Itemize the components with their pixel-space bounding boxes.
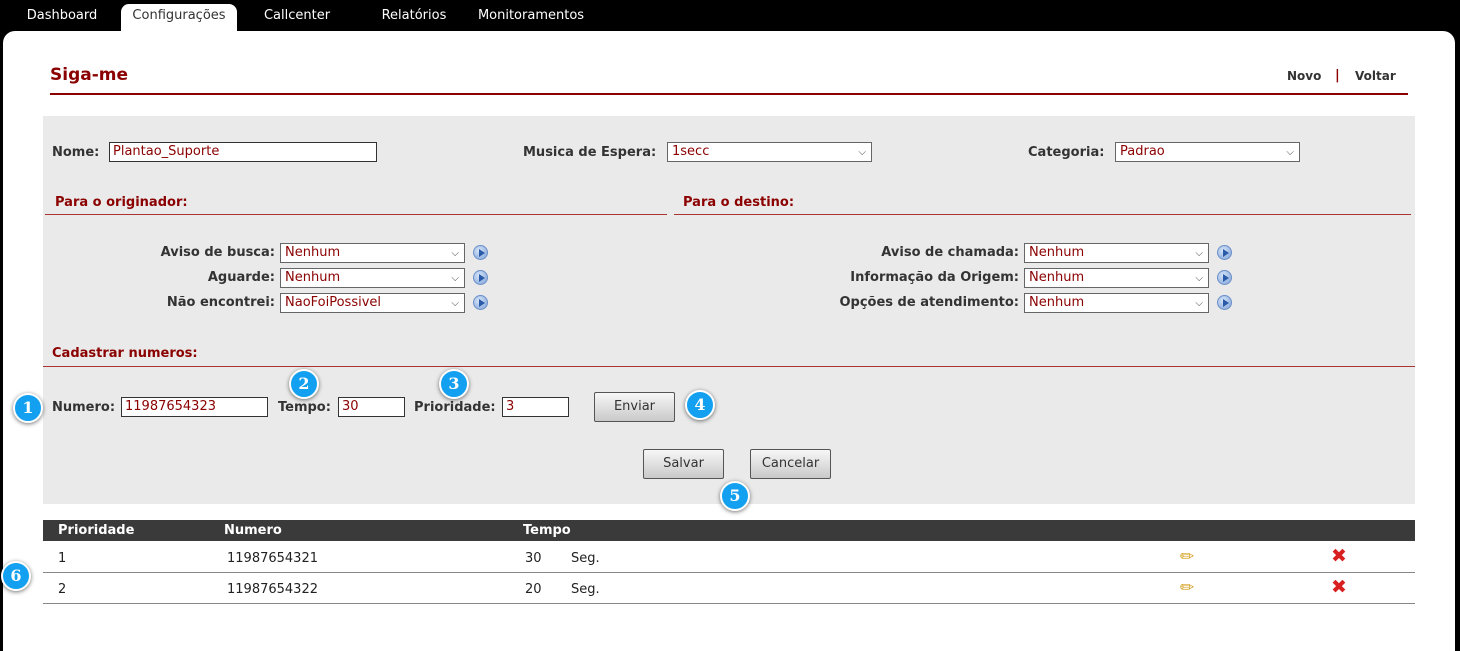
chevron-down-icon: ⌵ bbox=[1286, 147, 1294, 158]
tempo-label: Tempo: bbox=[278, 400, 331, 415]
chevron-down-icon: ⌵ bbox=[1195, 298, 1203, 309]
row-numero: 11987654321 bbox=[227, 551, 318, 566]
row-prioridade: 1 bbox=[58, 551, 67, 566]
numero-label: Numero: bbox=[52, 400, 116, 415]
originador-heading: Para o originador: bbox=[55, 195, 188, 210]
aviso-busca-value: Nenhum bbox=[285, 245, 341, 260]
info-origem-value: Nenhum bbox=[1029, 270, 1085, 285]
aviso-busca-select[interactable]: Nenhum ⌵ bbox=[280, 243, 465, 263]
aviso-chamada-value: Nenhum bbox=[1029, 245, 1085, 260]
salvar-button[interactable]: Salvar bbox=[643, 449, 724, 479]
tab-dashboard[interactable]: Dashboard bbox=[16, 4, 108, 32]
categoria-value: Padrao bbox=[1120, 144, 1165, 159]
annotation-badge-4: 4 bbox=[685, 390, 715, 420]
header-tempo: Tempo bbox=[523, 523, 571, 538]
link-separator: | bbox=[1335, 68, 1340, 83]
aguarde-value: Nenhum bbox=[285, 270, 341, 285]
play-icon[interactable] bbox=[1217, 295, 1232, 310]
prioridade-input[interactable]: 3 bbox=[502, 397, 569, 417]
annotation-badge-5: 5 bbox=[720, 481, 750, 511]
chevron-down-icon: ⌵ bbox=[1195, 273, 1203, 284]
musica-select[interactable]: 1secc ⌵ bbox=[667, 142, 872, 162]
voltar-link[interactable]: Voltar bbox=[1355, 69, 1396, 83]
opcoes-atendimento-select[interactable]: Nenhum ⌵ bbox=[1024, 293, 1209, 313]
prioridade-label: Prioridade: bbox=[414, 400, 496, 415]
nome-input[interactable]: Plantao_Suporte bbox=[109, 142, 377, 162]
row-tempo: 20 bbox=[525, 582, 542, 597]
aviso-chamada-label: Aviso de chamada: bbox=[881, 245, 1019, 260]
table-header: Prioridade Numero Tempo bbox=[43, 520, 1415, 541]
chevron-down-icon: ⌵ bbox=[1195, 248, 1203, 259]
numero-input[interactable]: 11987654323 bbox=[121, 397, 268, 417]
cadastrar-divider bbox=[43, 366, 1415, 367]
chevron-down-icon: ⌵ bbox=[451, 298, 459, 309]
opcoes-atendimento-value: Nenhum bbox=[1029, 295, 1085, 310]
originador-divider bbox=[45, 214, 667, 215]
nao-encontrei-value: NaoFoiPossivel bbox=[285, 295, 382, 310]
tab-relatorios[interactable]: Relatórios bbox=[372, 4, 456, 32]
musica-value: 1secc bbox=[672, 144, 710, 159]
tab-configuracoes[interactable]: Configurações bbox=[121, 4, 237, 32]
tempo-input[interactable]: 30 bbox=[338, 397, 405, 417]
info-origem-select[interactable]: Nenhum ⌵ bbox=[1024, 268, 1209, 288]
enviar-button[interactable]: Enviar bbox=[594, 392, 675, 422]
musica-label: Musica de Espera: bbox=[523, 145, 657, 160]
pencil-icon[interactable]: ✏ bbox=[1180, 547, 1194, 567]
cancelar-button[interactable]: Cancelar bbox=[750, 449, 831, 479]
nao-encontrei-label: Não encontrei: bbox=[166, 295, 275, 310]
categoria-select[interactable]: Padrao ⌵ bbox=[1115, 142, 1300, 162]
table-row: 2 11987654322 20 Seg. ✏ ✖ bbox=[43, 573, 1415, 604]
destino-divider bbox=[674, 214, 1411, 215]
row-tempo: 30 bbox=[525, 551, 542, 566]
table-row: 1 11987654321 30 Seg. ✏ ✖ bbox=[43, 542, 1415, 573]
novo-link[interactable]: Novo bbox=[1287, 69, 1321, 83]
chevron-down-icon: ⌵ bbox=[451, 248, 459, 259]
play-icon[interactable] bbox=[1217, 270, 1232, 285]
header-prioridade: Prioridade bbox=[58, 523, 135, 538]
header-numero: Numero bbox=[224, 523, 282, 538]
nome-label: Nome: bbox=[52, 145, 100, 160]
play-icon[interactable] bbox=[473, 295, 488, 310]
categoria-label: Categoria: bbox=[1028, 145, 1105, 160]
aviso-chamada-select[interactable]: Nenhum ⌵ bbox=[1024, 243, 1209, 263]
row-numero: 11987654322 bbox=[227, 582, 318, 597]
aguarde-select[interactable]: Nenhum ⌵ bbox=[280, 268, 465, 288]
play-icon[interactable] bbox=[473, 270, 488, 285]
destino-heading: Para o destino: bbox=[683, 195, 795, 210]
row-unit: Seg. bbox=[571, 551, 600, 566]
delete-x-icon[interactable]: ✖ bbox=[1331, 576, 1347, 598]
delete-x-icon[interactable]: ✖ bbox=[1331, 545, 1347, 567]
page-title: Siga-me bbox=[50, 65, 129, 85]
nao-encontrei-select[interactable]: NaoFoiPossivel ⌵ bbox=[280, 293, 465, 313]
annotation-badge-1: 1 bbox=[13, 393, 43, 423]
annotation-badge-3: 3 bbox=[439, 369, 469, 399]
title-divider bbox=[50, 93, 1408, 95]
chevron-down-icon: ⌵ bbox=[451, 273, 459, 284]
annotation-badge-6: 6 bbox=[1, 561, 31, 591]
tab-callcenter[interactable]: Callcenter bbox=[253, 4, 341, 32]
opcoes-atendimento-label: Opções de atendimento: bbox=[839, 295, 1019, 310]
row-prioridade: 2 bbox=[58, 582, 67, 597]
aviso-busca-label: Aviso de busca: bbox=[160, 245, 275, 260]
chevron-down-icon: ⌵ bbox=[858, 147, 866, 158]
annotation-badge-2: 2 bbox=[289, 369, 319, 399]
play-icon[interactable] bbox=[1217, 245, 1232, 260]
tab-monitoramentos[interactable]: Monitoramentos bbox=[474, 4, 588, 32]
info-origem-label: Informação da Origem: bbox=[850, 270, 1019, 285]
top-navigation: Dashboard Configurações Callcenter Relat… bbox=[0, 0, 1460, 32]
aguarde-label: Aguarde: bbox=[207, 270, 275, 285]
pencil-icon[interactable]: ✏ bbox=[1180, 578, 1194, 598]
cadastrar-heading: Cadastrar numeros: bbox=[52, 346, 198, 361]
form-area bbox=[43, 116, 1415, 504]
row-unit: Seg. bbox=[571, 582, 600, 597]
play-icon[interactable] bbox=[473, 245, 488, 260]
